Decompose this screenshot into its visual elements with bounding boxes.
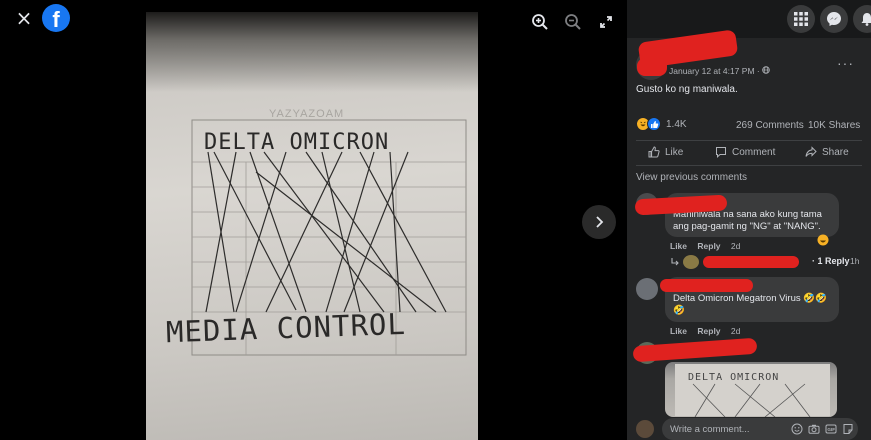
comment-composer: GIF bbox=[636, 418, 871, 440]
close-icon[interactable]: × bbox=[12, 6, 36, 30]
share-label: Share bbox=[822, 146, 849, 158]
replies-time: 1h bbox=[850, 256, 860, 266]
bell-icon bbox=[861, 13, 871, 26]
faint-header-text: YAZYAZOAM bbox=[269, 108, 344, 120]
like-label: Like bbox=[665, 146, 684, 158]
like-button[interactable]: Like bbox=[648, 146, 683, 158]
next-photo-button[interactable] bbox=[582, 205, 616, 239]
sticker-icon[interactable] bbox=[842, 423, 854, 435]
redacted-commenter-name bbox=[660, 279, 753, 292]
comment-bubble-icon bbox=[716, 147, 726, 158]
replies-link[interactable]: · 1 Reply 1h bbox=[670, 255, 870, 269]
current-user-avatar bbox=[636, 420, 654, 438]
post-photo: YAZYAZOAM DELTA OMICRON MEDIA CONTROL bbox=[146, 12, 478, 440]
post-details-panel: January 12 at 4:17 PM · ··· Gusto ko ng … bbox=[627, 0, 871, 440]
svg-text:GIF: GIF bbox=[827, 427, 835, 432]
comment-reply-link[interactable]: Reply bbox=[697, 241, 720, 251]
comment-button[interactable]: Comment bbox=[715, 146, 775, 158]
comment-meta: Like Reply 2d bbox=[670, 326, 748, 336]
messenger-button[interactable] bbox=[820, 5, 848, 33]
like-reaction-icon bbox=[647, 117, 661, 131]
zoom-out-icon[interactable] bbox=[563, 12, 583, 32]
share-button[interactable]: Share bbox=[805, 146, 849, 158]
reply-arrow-icon bbox=[671, 258, 679, 266]
post-caption: Gusto ko ng maniwala. bbox=[636, 84, 738, 95]
handwritten-bottom-text: MEDIA CONTROL bbox=[165, 307, 406, 349]
comment-time: 2d bbox=[730, 241, 741, 251]
camera-icon[interactable] bbox=[808, 423, 820, 435]
globe-icon bbox=[762, 66, 770, 74]
post-timestamp[interactable]: January 12 at 4:17 PM · bbox=[669, 66, 770, 76]
comment-like-link[interactable]: Like bbox=[670, 241, 687, 251]
comment-text: Delta Omicron Megatron Virus 🤣🤣🤣 bbox=[673, 293, 827, 316]
thumbs-up-icon bbox=[648, 146, 660, 158]
handwritten-top-text: DELTA OMICRON bbox=[204, 130, 389, 155]
gif-icon[interactable]: GIF bbox=[825, 423, 837, 435]
facebook-logo[interactable]: f bbox=[42, 4, 70, 32]
post-action-bar: Like Comment Share bbox=[636, 140, 862, 166]
menu-button[interactable] bbox=[787, 5, 815, 33]
reaction-badge[interactable] bbox=[817, 233, 829, 251]
comment-count[interactable]: 269 Comments bbox=[736, 120, 804, 131]
emoji-icon[interactable] bbox=[791, 423, 803, 435]
chevron-right-icon bbox=[596, 216, 604, 228]
reaction-count: 1.4K bbox=[666, 118, 687, 130]
zoom-in-icon[interactable] bbox=[530, 12, 550, 32]
photo-viewer-app: × f YAZYAZOAM DELTA OMICRON MEDIA CONTRO… bbox=[0, 0, 871, 440]
notifications-button[interactable] bbox=[853, 5, 871, 33]
comment-text: Maniniwala na sana ako kung tama ang pag… bbox=[673, 209, 822, 232]
comment-label: Comment bbox=[732, 146, 776, 158]
reply-avatar bbox=[683, 255, 699, 269]
fullscreen-icon[interactable] bbox=[596, 12, 616, 32]
share-count[interactable]: 10K Shares bbox=[808, 120, 860, 131]
comment-image[interactable]: DELTA OMICRON bbox=[665, 362, 837, 417]
reactions-summary[interactable]: 1.4K bbox=[636, 117, 687, 131]
commenter-avatar[interactable] bbox=[636, 278, 658, 300]
top-nav-bar bbox=[627, 0, 871, 38]
redacted-commenter-name bbox=[632, 337, 758, 363]
redacted-reply-name bbox=[703, 256, 799, 268]
view-previous-comments-link[interactable]: View previous comments bbox=[636, 172, 747, 183]
comment-image-lines bbox=[692, 383, 811, 417]
photo-viewer: × f YAZYAZOAM DELTA OMICRON MEDIA CONTRO… bbox=[0, 0, 627, 440]
comment-reply-link[interactable]: Reply bbox=[697, 326, 720, 336]
post-date-text: January 12 at 4:17 PM · bbox=[669, 66, 763, 76]
handwritten-paper: YAZYAZOAM DELTA OMICRON MEDIA CONTROL bbox=[165, 108, 467, 356]
more-options-icon[interactable]: ··· bbox=[837, 55, 854, 71]
messenger-icon bbox=[827, 12, 841, 26]
comment-time: 2d bbox=[730, 326, 741, 336]
comment-like-link[interactable]: Like bbox=[670, 326, 687, 336]
replies-count: · 1 Reply bbox=[812, 256, 850, 266]
grid-menu-icon bbox=[794, 12, 808, 26]
redacted-author-avatar bbox=[637, 58, 667, 76]
share-arrow-icon bbox=[805, 146, 817, 157]
comment-meta: Like Reply 2d bbox=[670, 241, 748, 251]
haha-reaction-icon bbox=[817, 234, 829, 246]
